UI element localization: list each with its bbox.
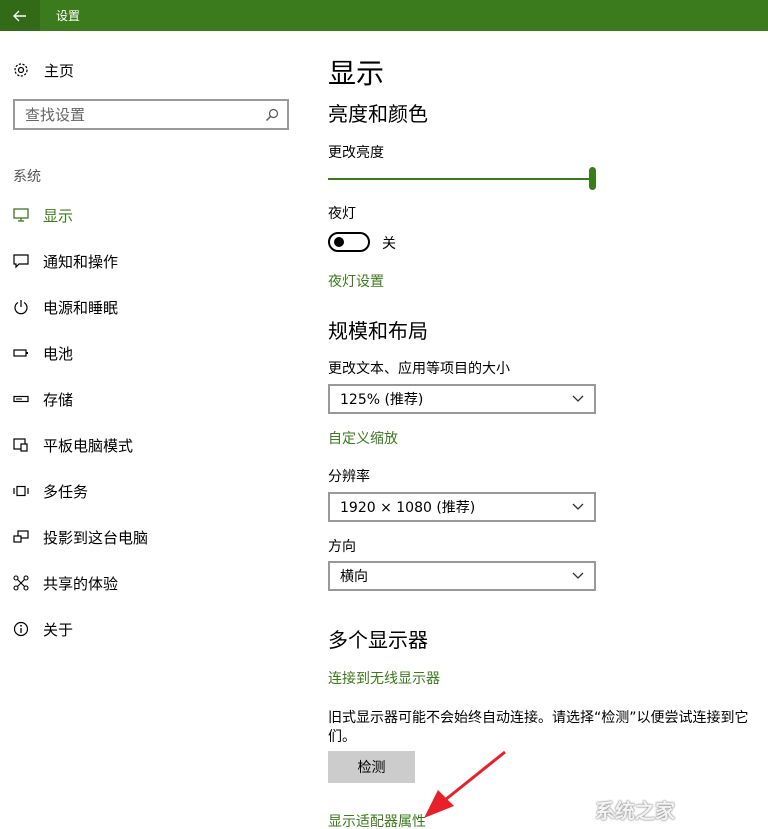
watermark-text: 系统之家	[595, 799, 675, 823]
annotation-arrow	[424, 750, 506, 818]
